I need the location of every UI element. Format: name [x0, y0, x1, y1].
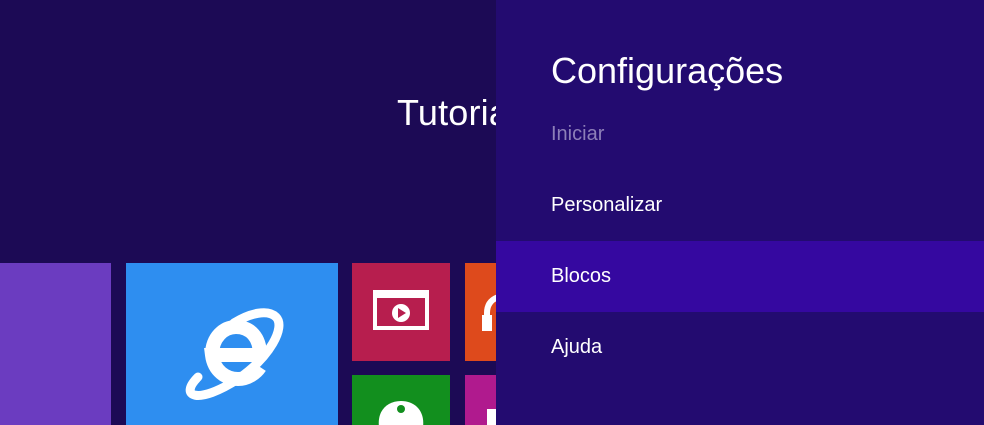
settings-panel: Configurações Iniciar Personalizar Bloco…: [496, 0, 984, 425]
windows-start-screen: Tutoria Configurações Iniciar Personaliz…: [0, 0, 984, 425]
tile-xbox-games[interactable]: [352, 375, 450, 425]
menu-item-ajuda[interactable]: Ajuda: [496, 312, 984, 383]
tile-internet-explorer[interactable]: [126, 263, 338, 425]
tile-purple[interactable]: [0, 263, 111, 425]
menu-item-personalizar[interactable]: Personalizar: [496, 170, 984, 241]
start-screen-title: Tutoria: [397, 92, 510, 133]
settings-subtitle: Iniciar: [551, 123, 605, 145]
tile-video[interactable]: [352, 263, 450, 361]
menu-item-blocos[interactable]: Blocos: [496, 241, 984, 312]
settings-title: Configurações: [551, 50, 784, 91]
internet-explorer-icon: [185, 308, 284, 400]
video-play-icon: [373, 290, 429, 330]
xbox-games-icon: [378, 401, 424, 425]
